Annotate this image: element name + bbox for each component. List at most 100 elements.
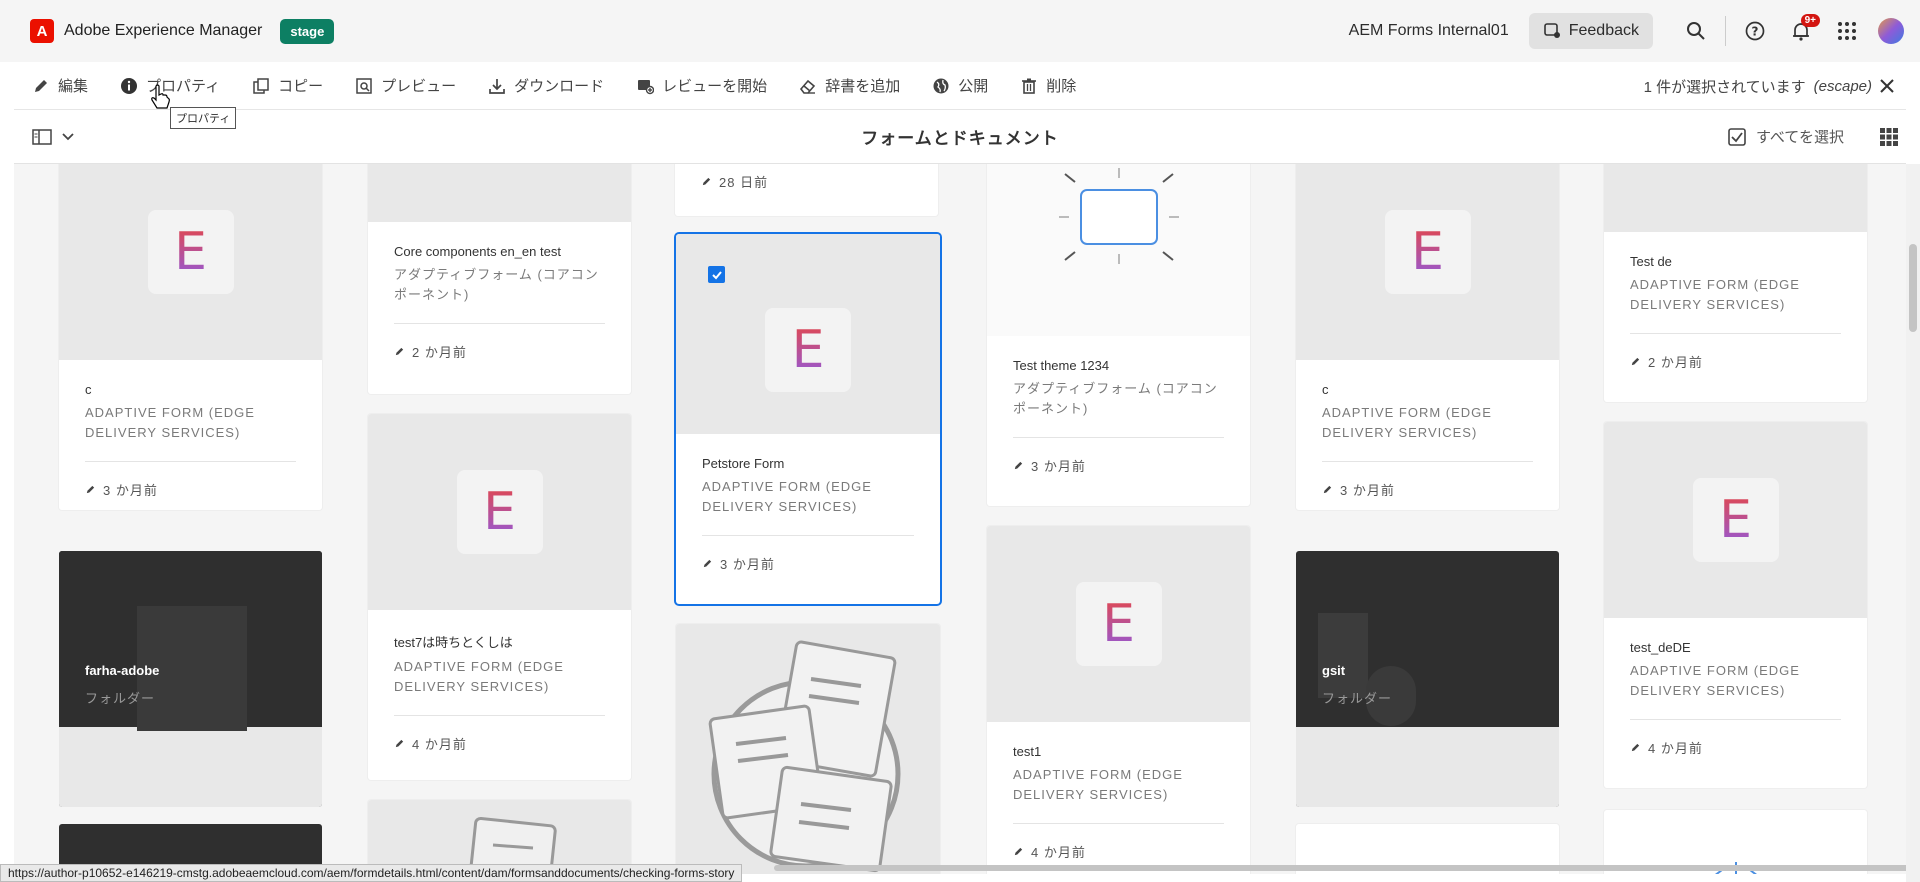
form-card[interactable] bbox=[368, 800, 631, 874]
folder-title: gsit bbox=[1322, 663, 1346, 678]
org-switcher[interactable]: AEM Forms Internal01 bbox=[1349, 22, 1509, 40]
form-card[interactable]: E test1 ADAPTIVE FORM (EDGE DELIVERY SER… bbox=[987, 526, 1250, 874]
form-thumb-tile: E bbox=[456, 470, 543, 554]
card-type: アダプティブフォーム (コアコンポーネント) bbox=[394, 267, 599, 302]
form-card[interactable]: E test7は時ちとくしは ADAPTIVE FORM (EDGE DELIV… bbox=[368, 414, 631, 780]
scrollbar-thumb[interactable] bbox=[1909, 244, 1917, 332]
card-modified-text: 28 日前 bbox=[719, 175, 769, 190]
card-title: test_deDE bbox=[1630, 640, 1691, 655]
card-thumbnail: E bbox=[368, 414, 631, 610]
card-title: c bbox=[85, 382, 92, 397]
card-modified: 2 か月前 bbox=[394, 342, 605, 361]
pencil-icon bbox=[395, 347, 404, 356]
card-view-icon[interactable] bbox=[1880, 127, 1898, 146]
card-title: Test de bbox=[1630, 254, 1672, 269]
card-modified-text: 3 か月前 bbox=[103, 483, 158, 498]
close-icon[interactable] bbox=[1880, 79, 1894, 93]
publish-button[interactable]: 公開 bbox=[932, 62, 988, 110]
app-title[interactable]: Adobe Experience Manager bbox=[64, 22, 262, 40]
checkmark-icon bbox=[711, 270, 722, 279]
card-modified-text: 3 か月前 bbox=[1340, 483, 1395, 498]
delete-button[interactable]: 削除 bbox=[1020, 62, 1076, 110]
card-divider bbox=[85, 461, 296, 462]
card-divider bbox=[394, 323, 605, 324]
copy-label: コピー bbox=[278, 78, 324, 95]
form-card[interactable]: E c ADAPTIVE FORM (EDGE DELIVERY SERVICE… bbox=[59, 164, 322, 510]
card-modified-text: 3 か月前 bbox=[1031, 459, 1086, 474]
feedback-button[interactable]: Feedback bbox=[1528, 13, 1653, 49]
adobe-logo[interactable]: A bbox=[30, 19, 54, 43]
eraser-icon bbox=[800, 79, 816, 94]
feedback-label: Feedback bbox=[1568, 22, 1639, 39]
svg-text:?: ? bbox=[1752, 25, 1759, 39]
vertical-scrollbar[interactable] bbox=[1906, 164, 1920, 882]
select-all-button[interactable]: すべてを選択 bbox=[1728, 126, 1844, 147]
pencil-icon bbox=[1014, 461, 1023, 470]
escape-hint: (escape) bbox=[1813, 77, 1872, 95]
folder-card[interactable]: farha-adobe フォルダー bbox=[59, 551, 322, 807]
preview-button[interactable]: プレビュー bbox=[355, 62, 456, 110]
form-card-selected[interactable]: E Petstore Form ADAPTIVE FORM (EDGE DELI… bbox=[676, 234, 940, 604]
card-modified: 3 か月前 bbox=[702, 554, 914, 573]
card-modified: 3 か月前 bbox=[85, 480, 296, 499]
form-card[interactable]: Test de ADAPTIVE FORM (EDGE DELIVERY SER… bbox=[1604, 164, 1867, 402]
card-title: test7は時ちとくしは bbox=[394, 635, 513, 650]
review-icon bbox=[638, 79, 655, 94]
form-thumb-tile: E bbox=[147, 210, 234, 294]
notifications-button[interactable]: 9+ bbox=[1778, 8, 1824, 54]
edit-button[interactable]: 編集 bbox=[32, 62, 88, 110]
view-bar: フォームとドキュメント すべてを選択 bbox=[14, 110, 1906, 164]
search-button[interactable] bbox=[1673, 8, 1719, 54]
pencil-icon bbox=[1323, 485, 1332, 494]
download-button[interactable]: ダウンロード bbox=[488, 62, 604, 110]
download-icon bbox=[489, 78, 506, 94]
card-modified: 4 か月前 bbox=[1013, 842, 1224, 861]
card-checkbox[interactable] bbox=[708, 266, 725, 283]
card-title: Petstore Form bbox=[702, 456, 785, 471]
card-divider bbox=[1630, 333, 1841, 334]
status-bar-url: https://author-p10652-e146219-cmstg.adob… bbox=[0, 864, 743, 882]
folder-type: フォルダー bbox=[1322, 691, 1393, 706]
start-review-button[interactable]: レビューを開始 bbox=[636, 62, 767, 110]
form-card[interactable]: 28 日前 bbox=[675, 164, 938, 216]
selection-count: 1 件が選択されています bbox=[1643, 78, 1806, 96]
copy-button[interactable]: コピー bbox=[252, 62, 323, 110]
folder-title: farha-adobe bbox=[85, 663, 160, 678]
user-avatar[interactable] bbox=[1878, 18, 1904, 44]
form-e-icon: E bbox=[791, 320, 825, 380]
form-e-icon: E bbox=[174, 222, 207, 282]
card-title: Test theme 1234 bbox=[1013, 358, 1110, 373]
pencil-icon bbox=[1631, 743, 1640, 752]
apps-button[interactable] bbox=[1824, 8, 1870, 54]
form-card[interactable]: E test_deDE ADAPTIVE FORM (EDGE DELIVERY… bbox=[1604, 422, 1867, 788]
card-divider bbox=[1630, 719, 1841, 720]
pencil-icon bbox=[86, 485, 95, 494]
pencil-icon bbox=[1014, 847, 1023, 856]
download-label: ダウンロード bbox=[514, 78, 605, 95]
card-modified-text: 4 か月前 bbox=[1648, 741, 1703, 756]
add-dictionary-button[interactable]: 辞書を追加 bbox=[799, 62, 900, 110]
card-type: ADAPTIVE FORM (EDGE DELIVERY SERVICES) bbox=[85, 405, 255, 440]
form-card[interactable]: Test theme 1234 アダプティブフォーム (コアコンポーネント) 3… bbox=[987, 164, 1250, 506]
feedback-icon bbox=[1543, 23, 1560, 38]
card-thumbnail bbox=[1604, 164, 1867, 232]
properties-tooltip: プロパティ bbox=[170, 107, 237, 129]
form-thumb-tile: E bbox=[765, 308, 851, 392]
card-title: test1 bbox=[1013, 744, 1042, 759]
card-thumbnail: E bbox=[676, 234, 940, 434]
card-thumbnail bbox=[368, 164, 631, 222]
help-button[interactable]: ? bbox=[1732, 8, 1778, 54]
card-divider bbox=[1013, 823, 1224, 824]
form-card[interactable] bbox=[676, 624, 940, 874]
selection-info: 1 件が選択されています (escape) bbox=[1644, 62, 1894, 110]
document-placeholder-icon bbox=[468, 816, 557, 874]
notifications-badge: 9+ bbox=[1800, 14, 1820, 27]
form-card[interactable]: Core components en_en test アダプティブフォーム (コ… bbox=[368, 164, 631, 394]
form-card[interactable]: E c ADAPTIVE FORM (EDGE DELIVERY SERVICE… bbox=[1296, 164, 1559, 510]
horizontal-scrollbar[interactable] bbox=[774, 865, 1906, 871]
card-modified-text: 4 か月前 bbox=[1031, 845, 1086, 860]
card-type: ADAPTIVE FORM (EDGE DELIVERY SERVICES) bbox=[1013, 767, 1183, 802]
start-review-label: レビューを開始 bbox=[662, 78, 768, 95]
card-thumbnail: E bbox=[59, 164, 322, 360]
folder-card[interactable]: gsit フォルダー bbox=[1296, 551, 1559, 807]
